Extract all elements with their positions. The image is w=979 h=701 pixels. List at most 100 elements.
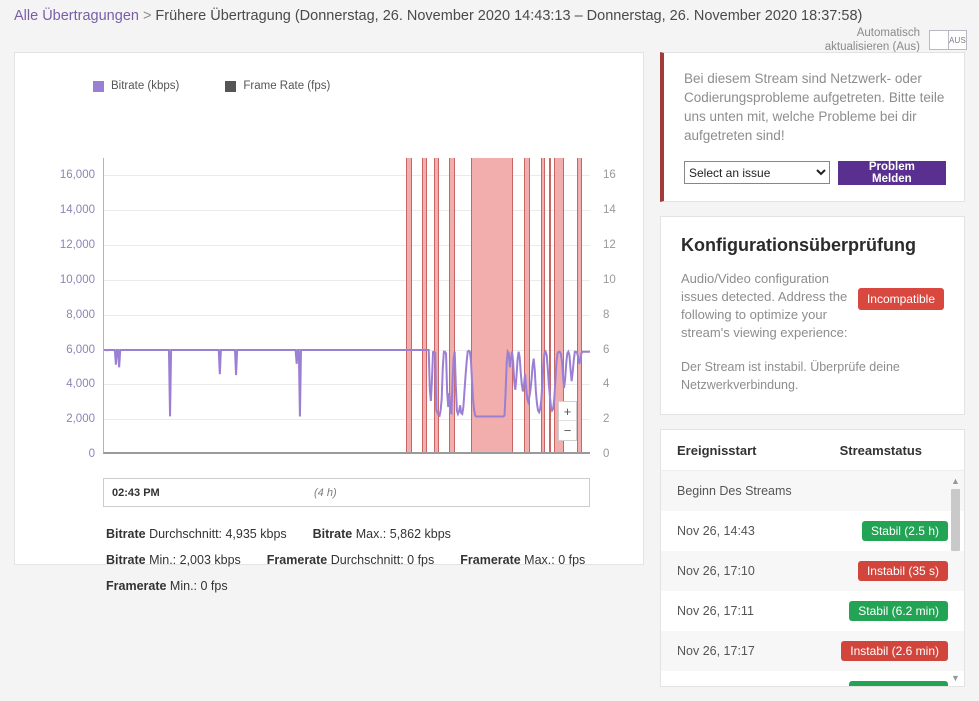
statistics-row: Bitrate Min.: 2,003 kbps Framerate Durchs…: [106, 547, 616, 573]
events-table-header: Ereignisstart Streamstatus: [661, 430, 964, 471]
range-start-time: 02:43 PM: [112, 486, 160, 499]
zoom-out-button[interactable]: −: [559, 421, 576, 440]
config-description: Audio/Video configuration issues detecte…: [681, 271, 848, 340]
events-table-card: Ereignisstart Streamstatus Beginn Des St…: [660, 429, 965, 687]
chart-plot-area[interactable]: 0 2,000 4,000 6,000 8,000 10,000 12,000 14,000 1…: [60, 158, 616, 460]
y-axis-right-tick-label: 16: [603, 169, 616, 182]
y-axis-left-tick-label: 4,000: [66, 378, 95, 391]
y-axis-left-tick-label: 10,000: [59, 273, 95, 286]
table-row[interactable]: Nov 26, 17:19Stabil (4.3 min): [661, 671, 964, 686]
scrollbar-thumb[interactable]: [951, 489, 960, 551]
event-start-time: Nov 26, 17:11: [677, 604, 754, 618]
status-badge: Stabil (6.2 min): [849, 601, 948, 621]
statistic-value: Durchschnitt: 4,935 kbps: [145, 527, 287, 541]
statistic-label: Bitrate: [106, 527, 146, 541]
event-start-time: Nov 26, 17:19: [677, 684, 849, 686]
chart-range-selector[interactable]: 02:43 PM (4 h): [103, 478, 590, 507]
stream-issue-alert-card: Bei diesem Stream sind Netzwerk- oder Co…: [660, 52, 965, 202]
statistic-label: Framerate: [106, 579, 167, 593]
statistic-label: Bitrate: [312, 527, 353, 541]
statistic-value: Durchschnitt: 0 fps: [327, 553, 435, 567]
range-duration: (4 h): [314, 486, 337, 499]
report-problem-button[interactable]: Problem Melden: [837, 161, 946, 185]
issue-select[interactable]: Select an issue: [684, 161, 830, 184]
table-row[interactable]: Nov 26, 14:43 Stabil (2.5 h): [661, 511, 964, 551]
y-axis-left-tick-label: 16,000: [59, 169, 95, 182]
statistic-item: Bitrate Durchschnitt: 4,935 kbps: [106, 521, 287, 547]
y-axis-right-tick-label: 2: [603, 413, 610, 426]
y-axis-left-tick-label: 0: [88, 448, 95, 460]
config-card-title: Konfigurationsüberprüfung: [681, 235, 916, 255]
events-table-body: Beginn Des Streams Nov 26, 14:43 Stabil (2…: [661, 471, 964, 686]
status-badge: Instabil (35 s): [857, 561, 948, 581]
statistic-value: Min.: 2,003 kbps: [145, 553, 241, 567]
event-start-time: Nov 26, 17:10: [677, 564, 755, 578]
y-axis-right-tick-label: 8: [603, 308, 610, 321]
config-card-body: Audio/Video configuration issues detecte…: [681, 270, 944, 342]
statistic-label: Framerate: [266, 553, 328, 567]
breadcrumb-separator: >: [142, 8, 152, 24]
y-axis-right-tick-label: 10: [603, 273, 616, 286]
statistic-item: Framerate Min.: 0 fps: [106, 573, 228, 599]
auto-refresh-toggle[interactable]: AUS: [929, 30, 967, 50]
table-row[interactable]: Nov 26, 17:17 Instabil (2.6 min): [661, 631, 964, 671]
statistic-item: Framerate Max.: 0 fps: [460, 547, 585, 573]
config-note: Der Stream ist instabil. Überprüfe deine…: [681, 360, 900, 392]
statistics-row: Framerate Min.: 0 fps: [106, 573, 616, 599]
legend-swatch-icon: [93, 80, 104, 92]
y-axis-left-tick-label: 8,000: [66, 308, 95, 321]
chart-legend: Bitrate (kbps) Frame Rate (fps): [93, 80, 330, 92]
event-start-time: Beginn Des Streams: [677, 484, 792, 498]
table-row[interactable]: Nov 26, 17:10 Instabil (35 s): [661, 551, 964, 591]
y-axis-right-tick-label: 14: [603, 204, 616, 217]
legend-label: Bitrate (kbps): [111, 80, 180, 92]
column-header-event-start: Ereignisstart: [677, 443, 757, 458]
legend-item[interactable]: Frame Rate (fps): [225, 80, 330, 92]
breadcrumb-current: Frühere Übertragung (Donnerstag, 26. Nov…: [155, 8, 863, 24]
breadcrumb-link-all-broadcasts[interactable]: Alle Übertragungen: [14, 8, 139, 24]
statistic-value: Max.: 5,862 kbps: [352, 527, 451, 541]
toggle-state-label: AUS: [948, 35, 966, 45]
toggle-knob: [930, 31, 949, 49]
scrollbar-track[interactable]: [951, 489, 960, 670]
legend-label: Frame Rate (fps): [243, 80, 331, 92]
auto-refresh-label-line1: Automatisch: [856, 27, 920, 39]
y-axis-right-tick-label: 4: [603, 378, 610, 391]
scroll-down-arrow-icon[interactable]: ▼: [951, 672, 960, 684]
breadcrumb: Alle Übertragungen > Frühere Übertragung (…: [14, 8, 862, 24]
event-start-time: Nov 26, 17:17: [677, 644, 755, 658]
statistic-item: Bitrate Max.: 5,862 kbps: [313, 521, 451, 547]
statistic-label: Bitrate: [106, 553, 146, 567]
scroll-up-arrow-icon[interactable]: ▲: [951, 475, 960, 487]
alert-actions: Select an issue Problem Melden: [684, 161, 946, 185]
statistic-value: Min.: 0 fps: [166, 579, 228, 593]
legend-swatch-icon: [225, 80, 237, 92]
statistic-item: Framerate Durchschnitt: 0 fps: [267, 547, 434, 573]
y-axis-left-tick-label: 6,000: [66, 343, 95, 356]
statistic-value: Max.: 0 fps: [520, 553, 586, 567]
status-badge-incompatible: Incompatible: [857, 288, 944, 310]
events-scrollbar[interactable]: ▲ ▼: [949, 475, 962, 684]
chart-statistics: Bitrate Durchschnitt: 4,935 kbps Bitrate …: [106, 521, 616, 599]
statistic-label: Framerate: [460, 553, 521, 567]
table-row[interactable]: Beginn Des Streams: [661, 471, 964, 511]
y-axis-right-tick-label: 0: [603, 448, 610, 460]
y-axis-right-tick-label: 6: [603, 343, 610, 356]
auto-refresh-label: Automatisch aktualisieren (Aus): [812, 26, 920, 54]
sidebar: Bei diesem Stream sind Netzwerk- oder Co…: [660, 52, 965, 701]
status-badge: Stabil (2.5 h): [861, 521, 948, 541]
y-axis-left-tick-label: 12,000: [59, 239, 95, 252]
statistics-row: Bitrate Durchschnitt: 4,935 kbps Bitrate …: [106, 521, 616, 547]
bitrate-series-line: [104, 158, 590, 452]
statistic-item: Bitrate Min.: 2,003 kbps: [106, 547, 241, 573]
event-start-time: Nov 26, 14:43: [677, 524, 755, 538]
chart-zoom-controls[interactable]: + −: [558, 401, 577, 441]
table-row[interactable]: Nov 26, 17:11 Stabil (6.2 min): [661, 591, 964, 631]
status-badge: Stabil (4.3 min): [849, 681, 948, 686]
y-axis-right-tick-label: 12: [603, 239, 616, 252]
chart-card: Bitrate (kbps) Frame Rate (fps) 0 2,000 4,0…: [14, 52, 644, 593]
zoom-in-button[interactable]: +: [559, 402, 576, 421]
alert-message: Bei diesem Stream sind Netzwerk- oder Co…: [684, 71, 945, 143]
auto-refresh-control[interactable]: Automatisch aktualisieren (Aus) AUS: [812, 26, 967, 54]
legend-item[interactable]: Bitrate (kbps): [93, 80, 179, 92]
